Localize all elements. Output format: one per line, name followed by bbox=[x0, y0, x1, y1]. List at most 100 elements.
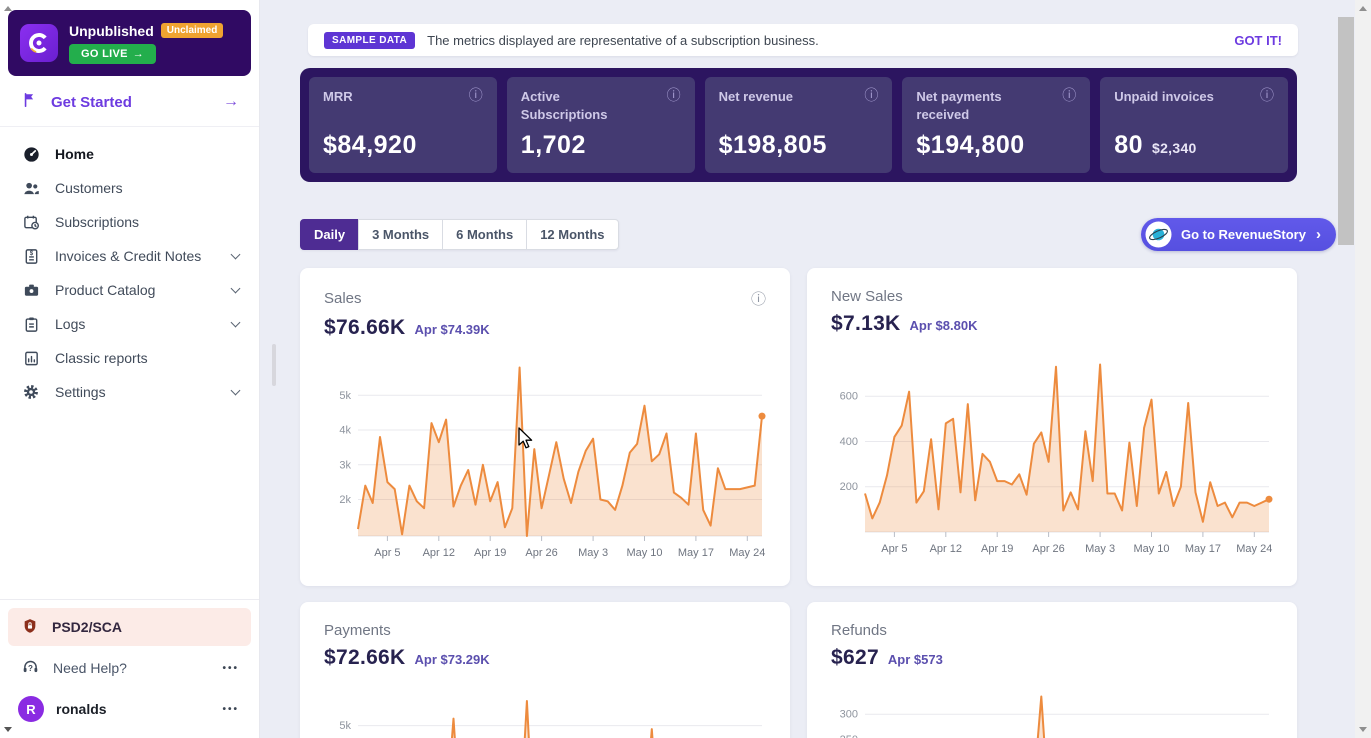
metric-card-net-revenue: Net revenueⓘ $198,805 bbox=[705, 77, 893, 173]
revenuestory-label: Go to RevenueStory bbox=[1181, 227, 1306, 242]
sidebar-item-customers[interactable]: Customers bbox=[0, 171, 259, 205]
more-icon[interactable]: ••• bbox=[222, 704, 239, 715]
sidebar-item-label: Subscriptions bbox=[55, 214, 139, 230]
info-icon[interactable]: ⓘ bbox=[751, 288, 766, 309]
new-sales-chart[interactable]: 200400600Apr 5Apr 12Apr 19Apr 26May 3May… bbox=[831, 352, 1273, 569]
chart-value: $72.66K bbox=[324, 646, 406, 670]
settings-icon bbox=[22, 383, 40, 401]
svg-text:2k: 2k bbox=[339, 494, 351, 506]
metric-value: $198,805 bbox=[719, 131, 827, 160]
get-started-label: Get Started bbox=[51, 94, 132, 111]
info-icon[interactable]: ⓘ bbox=[1062, 88, 1076, 102]
sidebar-item-label: Invoices & Credit Notes bbox=[55, 248, 201, 264]
user-menu[interactable]: R ronalds ••• bbox=[0, 686, 259, 732]
sidebar-item-psd2-sca[interactable]: PSD2/SCA bbox=[8, 608, 251, 646]
metric-card-active-subscriptions: Active Subscriptionsⓘ 1,702 bbox=[507, 77, 695, 173]
chart-cards-grid: Sales ⓘ $76.66K Apr $74.39K 2k3k4k5kApr … bbox=[300, 268, 1297, 738]
tab-3-months[interactable]: 3 Months bbox=[358, 219, 443, 250]
scroll-down-icon[interactable] bbox=[4, 727, 12, 732]
refunds-card: Refunds $627 Apr $573 250300Apr 5Apr 12A… bbox=[807, 602, 1297, 738]
subscriptions-icon bbox=[22, 214, 40, 231]
svg-text:200: 200 bbox=[840, 481, 858, 493]
chart-comparison: Apr $74.39K bbox=[415, 322, 490, 337]
scroll-down-icon[interactable] bbox=[1359, 727, 1367, 732]
metric-card-mrr: MRR ⓘ $84,920 bbox=[309, 77, 497, 173]
payments-chart[interactable]: 2k3k4k5kApr 5Apr 12Apr 19Apr 26May 3May … bbox=[324, 686, 766, 738]
sidebar-item-invoices[interactable]: $ Invoices & Credit Notes bbox=[0, 239, 259, 273]
need-help-item[interactable]: ? Need Help? ••• bbox=[0, 650, 259, 686]
metric-title: Net payments received bbox=[916, 88, 1036, 123]
chevron-right-icon: › bbox=[1316, 226, 1321, 243]
metric-title: Unpaid invoices bbox=[1114, 88, 1214, 106]
svg-text:600: 600 bbox=[840, 391, 858, 403]
scroll-up-icon[interactable] bbox=[4, 6, 12, 11]
tab-12-months[interactable]: 12 Months bbox=[526, 219, 618, 250]
chart-title: New Sales bbox=[831, 288, 903, 305]
svg-text:Apr 26: Apr 26 bbox=[1032, 543, 1064, 555]
metric-sub-value: $2,340 bbox=[1152, 140, 1197, 156]
content-scrollbar-thumb[interactable] bbox=[1338, 17, 1354, 245]
go-to-revenuestory-button[interactable]: Go to RevenueStory › bbox=[1141, 218, 1336, 251]
chart-value: $7.13K bbox=[831, 312, 901, 336]
chevron-down-icon bbox=[231, 385, 241, 395]
get-started-link[interactable]: Get Started → bbox=[0, 76, 259, 127]
svg-text:May 24: May 24 bbox=[729, 547, 765, 559]
tab-daily[interactable]: Daily bbox=[300, 219, 359, 250]
got-it-button[interactable]: GOT IT! bbox=[1234, 33, 1282, 48]
svg-text:Apr 12: Apr 12 bbox=[423, 547, 455, 559]
new-sales-card: New Sales $7.13K Apr $8.80K 200400600Apr… bbox=[807, 268, 1297, 586]
info-icon[interactable]: ⓘ bbox=[1260, 88, 1274, 102]
sidebar-item-product-catalog[interactable]: Product Catalog bbox=[0, 273, 259, 307]
sidebar-item-subscriptions[interactable]: Subscriptions bbox=[0, 205, 259, 239]
chart-comparison: Apr $8.80K bbox=[910, 318, 978, 333]
sample-data-badge: SAMPLE DATA bbox=[324, 32, 415, 49]
revenuestory-logo-icon bbox=[1145, 221, 1172, 248]
scroll-up-icon[interactable] bbox=[1359, 6, 1367, 11]
unclaimed-badge: Unclaimed bbox=[161, 23, 224, 38]
more-icon[interactable]: ••• bbox=[222, 663, 239, 674]
sales-chart[interactable]: 2k3k4k5kApr 5Apr 12Apr 19Apr 26May 3May … bbox=[324, 356, 766, 573]
svg-text:300: 300 bbox=[840, 709, 858, 721]
svg-text:May 3: May 3 bbox=[578, 547, 608, 559]
svg-text:3k: 3k bbox=[339, 459, 351, 471]
svg-text:?: ? bbox=[28, 664, 33, 673]
svg-text:5k: 5k bbox=[339, 390, 351, 402]
svg-text:Apr 26: Apr 26 bbox=[525, 547, 557, 559]
sidebar-item-classic-reports[interactable]: Classic reports bbox=[0, 341, 259, 375]
metric-card-unpaid-invoices: Unpaid invoices ⓘ 80 $2,340 bbox=[1100, 77, 1288, 173]
metrics-panel: MRR ⓘ $84,920 Active Subscriptionsⓘ 1,702… bbox=[300, 68, 1297, 182]
sidebar-item-label: Customers bbox=[55, 180, 123, 196]
chevron-down-icon bbox=[231, 317, 241, 327]
info-icon[interactable]: ⓘ bbox=[864, 88, 878, 102]
chart-value: $76.66K bbox=[324, 316, 406, 340]
sidebar-item-label: Product Catalog bbox=[55, 282, 155, 298]
svg-text:May 3: May 3 bbox=[1085, 543, 1115, 555]
svg-text:May 24: May 24 bbox=[1236, 543, 1272, 555]
sidebar-item-label: Classic reports bbox=[55, 350, 148, 366]
org-banner: Unpublished Unclaimed GO LIVE → bbox=[8, 10, 251, 76]
info-icon[interactable]: ⓘ bbox=[667, 88, 681, 102]
metric-title: MRR bbox=[323, 88, 353, 106]
sidebar-nav: Home Customers Subscriptions $ Invoices … bbox=[0, 127, 259, 409]
sidebar-scrollbar-thumb[interactable] bbox=[272, 344, 276, 386]
chevron-down-icon bbox=[231, 249, 241, 259]
headset-help-icon: ? bbox=[22, 658, 39, 678]
sidebar-item-logs[interactable]: Logs bbox=[0, 307, 259, 341]
svg-text:Apr 19: Apr 19 bbox=[474, 547, 506, 559]
main-content: SAMPLE DATA The metrics displayed are re… bbox=[260, 0, 1371, 738]
sidebar-item-label: Home bbox=[55, 146, 94, 162]
classic-reports-icon bbox=[22, 350, 40, 367]
tab-6-months[interactable]: 6 Months bbox=[442, 219, 527, 250]
refunds-chart[interactable]: 250300Apr 5Apr 12Apr 19Apr 26May 3May 10… bbox=[831, 686, 1273, 738]
window-scrollbar[interactable] bbox=[1355, 0, 1371, 738]
info-icon[interactable]: ⓘ bbox=[469, 88, 483, 102]
svg-text:May 10: May 10 bbox=[1133, 543, 1169, 555]
metric-value: 80 bbox=[1114, 131, 1143, 160]
need-help-label: Need Help? bbox=[53, 660, 127, 676]
go-live-button[interactable]: GO LIVE → bbox=[69, 44, 156, 64]
shield-lock-icon bbox=[22, 618, 38, 637]
sidebar-item-home[interactable]: Home bbox=[0, 137, 259, 171]
metric-value: $84,920 bbox=[323, 131, 417, 160]
sidebar-item-settings[interactable]: Settings bbox=[0, 375, 259, 409]
svg-text:Apr 12: Apr 12 bbox=[930, 543, 962, 555]
